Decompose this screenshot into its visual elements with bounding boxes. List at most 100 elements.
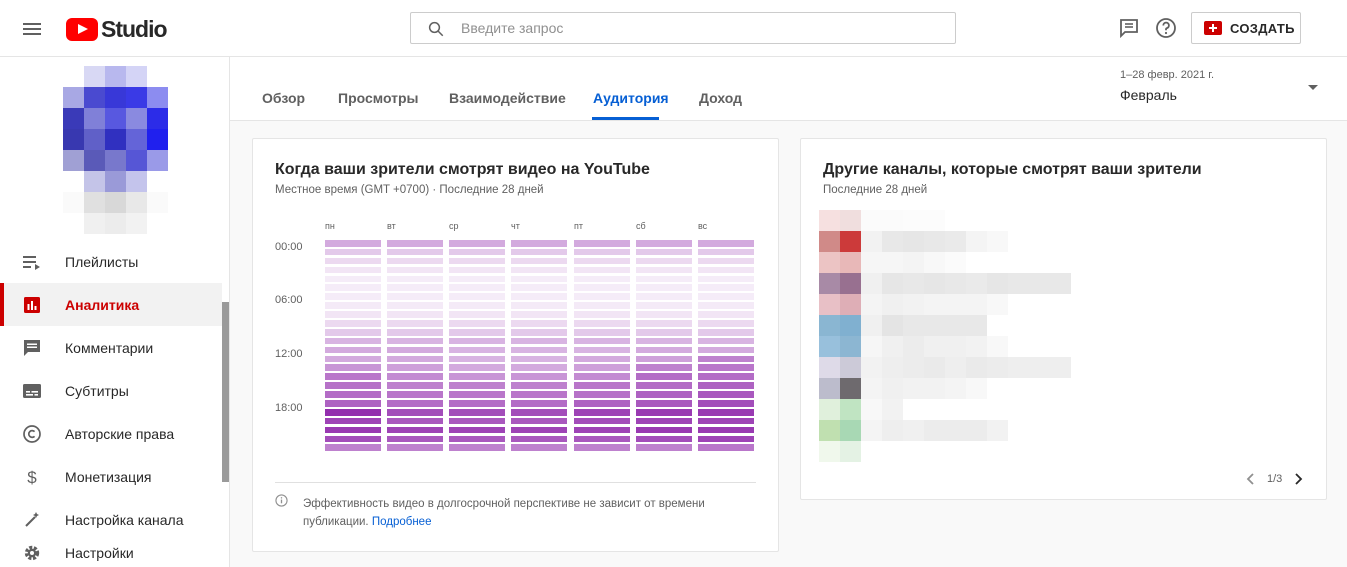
heatmap-cell[interactable]: [511, 311, 567, 318]
heatmap-cell[interactable]: [636, 248, 692, 256]
heatmap-cell[interactable]: [574, 337, 630, 345]
heatmap-cell[interactable]: [698, 328, 754, 336]
feedback-icon[interactable]: [1117, 16, 1141, 40]
heatmap-cell[interactable]: [511, 417, 567, 425]
heatmap-cell[interactable]: [574, 355, 630, 363]
heatmap-cell[interactable]: [449, 444, 505, 452]
heatmap-cell[interactable]: [325, 417, 381, 425]
create-button[interactable]: СОЗДАТЬ: [1191, 12, 1301, 44]
heatmap-cell[interactable]: [698, 382, 754, 389]
heatmap-cell[interactable]: [511, 240, 567, 247]
heatmap-cell[interactable]: [449, 311, 505, 318]
heatmap-cell[interactable]: [325, 373, 381, 380]
heatmap-cell[interactable]: [449, 400, 505, 407]
heatmap-cell[interactable]: [449, 240, 505, 247]
heatmap-cell[interactable]: [698, 293, 754, 300]
heatmap-cell[interactable]: [325, 320, 381, 327]
heatmap-cell[interactable]: [636, 364, 692, 372]
heatmap-cell[interactable]: [636, 444, 692, 452]
heatmap-cell[interactable]: [636, 382, 692, 389]
heatmap-cell[interactable]: [511, 444, 567, 452]
heatmap-cell[interactable]: [511, 284, 567, 292]
heatmap-cell[interactable]: [511, 257, 567, 265]
heatmap-cell[interactable]: [574, 284, 630, 292]
heatmap-cell[interactable]: [325, 284, 381, 292]
heatmap-cell[interactable]: [698, 364, 754, 372]
sidebar-item-playlists[interactable]: Плейлисты: [0, 240, 222, 283]
heatmap-cell[interactable]: [636, 275, 692, 283]
heatmap-cell[interactable]: [449, 257, 505, 265]
heatmap-cell[interactable]: [511, 346, 567, 354]
heatmap-cell[interactable]: [449, 373, 505, 380]
heatmap-cell[interactable]: [325, 391, 381, 398]
heatmap-cell[interactable]: [698, 355, 754, 363]
heatmap-cell[interactable]: [449, 391, 505, 398]
heatmap-cell[interactable]: [449, 346, 505, 354]
heatmap-cell[interactable]: [574, 266, 630, 274]
heatmap-cell[interactable]: [511, 364, 567, 372]
heatmap-cell[interactable]: [511, 266, 567, 274]
heatmap-cell[interactable]: [511, 391, 567, 398]
heatmap-cell[interactable]: [574, 328, 630, 336]
heatmap-cell[interactable]: [387, 275, 443, 283]
sidebar-item-monetization[interactable]: $ Монетизация: [0, 455, 222, 498]
heatmap-cell[interactable]: [511, 408, 567, 416]
heatmap-cell[interactable]: [698, 275, 754, 283]
channel-avatar[interactable]: [63, 66, 168, 234]
heatmap-cell[interactable]: [636, 240, 692, 247]
heatmap-cell[interactable]: [636, 435, 692, 443]
heatmap-cell[interactable]: [325, 400, 381, 407]
heatmap-cell[interactable]: [511, 293, 567, 300]
chevron-left-icon[interactable]: [1241, 469, 1261, 489]
sidebar-item-analytics[interactable]: Аналитика: [0, 283, 222, 326]
heatmap-cell[interactable]: [325, 346, 381, 354]
heatmap-cell[interactable]: [449, 408, 505, 416]
heatmap-cell[interactable]: [387, 400, 443, 407]
heatmap-cell[interactable]: [511, 337, 567, 345]
heatmap-cell[interactable]: [574, 302, 630, 309]
heatmap-cell[interactable]: [574, 426, 630, 434]
hamburger-menu-icon[interactable]: [20, 17, 44, 41]
heatmap-cell[interactable]: [449, 435, 505, 443]
heatmap-cell[interactable]: [387, 373, 443, 380]
heatmap-cell[interactable]: [698, 302, 754, 309]
heatmap-cell[interactable]: [387, 408, 443, 416]
chevron-right-icon[interactable]: [1288, 469, 1308, 489]
heatmap-cell[interactable]: [511, 426, 567, 434]
heatmap-cell[interactable]: [636, 311, 692, 318]
heatmap-cell[interactable]: [387, 248, 443, 256]
heatmap-cell[interactable]: [698, 240, 754, 247]
heatmap-cell[interactable]: [698, 417, 754, 425]
heatmap-cell[interactable]: [449, 426, 505, 434]
heatmap-cell[interactable]: [449, 364, 505, 372]
heatmap-cell[interactable]: [698, 248, 754, 256]
heatmap-cell[interactable]: [325, 364, 381, 372]
heatmap-cell[interactable]: [574, 248, 630, 256]
heatmap-cell[interactable]: [636, 400, 692, 407]
sidebar-item-settings[interactable]: Настройки: [0, 531, 222, 567]
heatmap-cell[interactable]: [636, 426, 692, 434]
heatmap-cell[interactable]: [387, 435, 443, 443]
heatmap-cell[interactable]: [574, 382, 630, 389]
heatmap-cell[interactable]: [636, 346, 692, 354]
heatmap-cell[interactable]: [574, 364, 630, 372]
heatmap-cell[interactable]: [636, 373, 692, 380]
heatmap-cell[interactable]: [449, 302, 505, 309]
heatmap-cell[interactable]: [449, 328, 505, 336]
heatmap-cell[interactable]: [636, 337, 692, 345]
heatmap-cell[interactable]: [449, 320, 505, 327]
heatmap-cell[interactable]: [387, 240, 443, 247]
heatmap-cell[interactable]: [636, 391, 692, 398]
heatmap-cell[interactable]: [636, 320, 692, 327]
tab-views[interactable]: Просмотры: [338, 90, 419, 106]
heatmap-cell[interactable]: [387, 328, 443, 336]
heatmap-cell[interactable]: [698, 391, 754, 398]
tab-audience[interactable]: Аудитория: [593, 90, 669, 106]
heatmap-cell[interactable]: [698, 284, 754, 292]
heatmap-cell[interactable]: [325, 275, 381, 283]
heatmap-cell[interactable]: [325, 382, 381, 389]
search-box[interactable]: [410, 12, 956, 44]
heatmap-cell[interactable]: [387, 426, 443, 434]
heatmap-cell[interactable]: [325, 328, 381, 336]
heatmap-cell[interactable]: [574, 435, 630, 443]
